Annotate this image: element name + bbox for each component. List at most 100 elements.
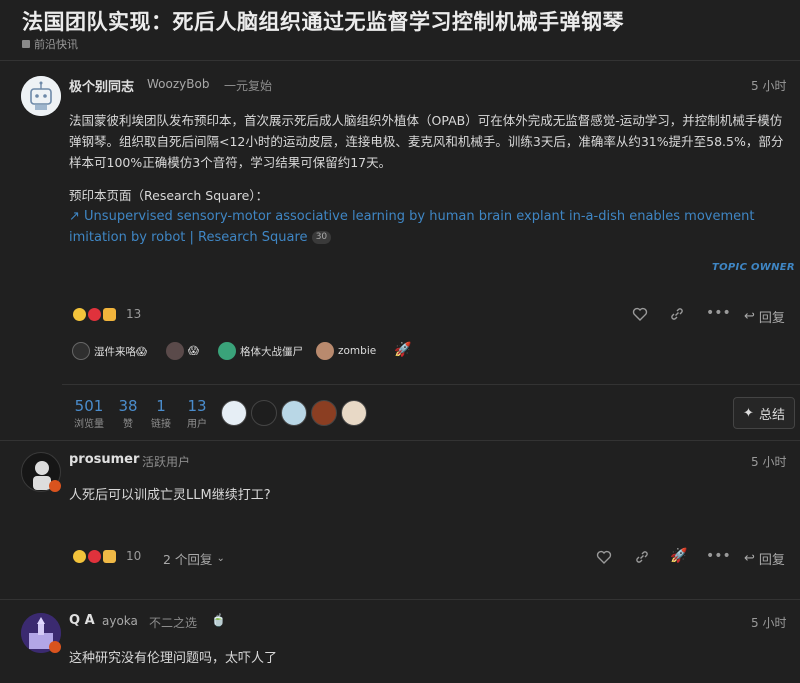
reaction-count: 13: [126, 307, 142, 321]
post-username[interactable]: prosumer: [69, 452, 139, 467]
link-click-count: 30: [311, 231, 332, 244]
summary-label: 总结: [758, 407, 785, 423]
boost-button[interactable]: 🚀: [670, 548, 687, 564]
linked-topic-label: 湿件来咯😱: [94, 345, 147, 358]
reply-arrow-icon: ↩: [744, 551, 755, 566]
reply-label: 回复: [758, 311, 785, 326]
post-divider: [0, 599, 800, 600]
post-body: 人死后可以训成亡灵LLM继续打工?: [69, 488, 271, 503]
rocket-icon: 🚀: [394, 342, 412, 358]
laugh-emoji-icon: [73, 307, 86, 321]
chevron-down-icon: ⌄: [216, 553, 225, 564]
category-label: 前沿快讯: [34, 38, 78, 51]
link-icon: [636, 551, 648, 563]
flair-flame-icon: [49, 641, 61, 653]
category-badge[interactable]: 前沿快讯: [22, 36, 78, 52]
heart-emoji-icon: [88, 549, 101, 563]
post-user-group[interactable]: 一元复始: [224, 77, 272, 94]
stat-views: 501 浏览量: [70, 397, 108, 430]
post-time[interactable]: 5 小时: [751, 453, 786, 470]
post-user-group[interactable]: 活跃用户: [142, 453, 190, 470]
cat-emoji-icon: [103, 549, 116, 563]
heart-icon: [596, 550, 612, 564]
reply-label: 回复: [758, 553, 785, 568]
reactions[interactable]: 13: [73, 307, 141, 321]
link-icon: [671, 308, 683, 320]
reactions[interactable]: 10: [73, 549, 141, 563]
like-button[interactable]: [596, 549, 612, 569]
reaction-count: 10: [126, 549, 142, 563]
linked-topic-chip[interactable]: 格体大战僵尸: [218, 342, 303, 360]
chip-avatar: [166, 342, 184, 360]
more-options-button[interactable]: •••: [706, 548, 731, 564]
linked-topic-chip[interactable]: 湿件来咯😱: [72, 342, 147, 360]
participant-avatar[interactable]: [281, 400, 307, 426]
post-body: 法国蒙彼利埃团队发布预印本，首次展示死后成人脑组织外植体（OPAB）可在体外完成…: [69, 113, 784, 170]
linked-topic-label: 😱: [188, 345, 199, 357]
replies-toggle-label: 2 个回复: [163, 552, 213, 567]
post-time[interactable]: 5 小时: [751, 614, 786, 631]
reply-arrow-icon: ↩: [744, 309, 755, 324]
stat-label: 浏览量: [74, 419, 104, 430]
sparkle-icon: ✦: [743, 405, 754, 421]
stat-users: 13 用户: [183, 397, 211, 430]
linked-topic-chip[interactable]: zombie: [316, 342, 376, 360]
replies-toggle[interactable]: 2 个回复 ⌄: [163, 549, 225, 568]
chip-avatar: [218, 342, 236, 360]
category-color-icon: [22, 40, 30, 48]
topic-owner-badge: TOPIC OWNER: [712, 262, 795, 273]
external-link-icon: ↗: [69, 209, 80, 224]
boost-button[interactable]: 🚀: [394, 342, 411, 358]
reply-button[interactable]: ↩ 回复: [744, 549, 785, 568]
post-time[interactable]: 5 小时: [751, 77, 786, 94]
copy-link-button[interactable]: [669, 306, 685, 326]
stat-label: 链接: [151, 419, 171, 430]
stat-value: 1: [156, 397, 166, 415]
stat-links: 1 链接: [148, 397, 174, 430]
summary-button[interactable]: ✦ 总结: [733, 397, 795, 429]
participant-avatar[interactable]: [251, 400, 277, 426]
header-divider: [0, 60, 800, 61]
preprint-label: 预印本页面（Research Square）：: [69, 188, 269, 203]
reply-button[interactable]: ↩ 回复: [744, 307, 785, 326]
stat-label: 用户: [187, 419, 207, 430]
rocket-icon: 🚀: [670, 548, 688, 564]
like-button[interactable]: [632, 306, 648, 326]
laugh-emoji-icon: [73, 549, 86, 563]
preprint-link-text: Unsupervised sensory-motor associative l…: [69, 209, 755, 245]
ellipsis-icon: •••: [706, 305, 731, 321]
post-divider: [0, 440, 800, 441]
avatar[interactable]: [21, 76, 61, 116]
linked-topic-chip[interactable]: 😱: [166, 342, 199, 360]
thumbs-up-emoji-icon: [103, 307, 116, 321]
participant-avatar[interactable]: [311, 400, 337, 426]
participant-avatar[interactable]: [221, 400, 247, 426]
post-body: 这种研究没有伦理问题吗，太吓人了: [69, 651, 278, 666]
post-username[interactable]: 极个别同志: [69, 76, 134, 95]
stat-likes: 38 赞: [116, 397, 140, 430]
user-status-icon: 🍵: [211, 613, 226, 627]
stat-value: 38: [118, 397, 138, 415]
post-user-handle[interactable]: WoozyBob: [147, 77, 209, 91]
avatar-robot-icon: [21, 76, 61, 116]
flair-flame-icon: [49, 480, 61, 492]
stat-value: 13: [187, 397, 207, 415]
topic-title[interactable]: 法国团队实现：死后人脑组织通过无监督学习控制机械手弹钢琴: [22, 6, 624, 36]
linked-topic-label: 格体大战僵尸: [240, 345, 303, 358]
heart-emoji-icon: [88, 307, 101, 321]
post-username[interactable]: Q A: [69, 613, 95, 628]
linked-topic-label: zombie: [338, 345, 377, 357]
ellipsis-icon: •••: [706, 548, 731, 564]
stat-value: 501: [74, 397, 104, 415]
more-options-button[interactable]: •••: [706, 305, 731, 321]
heart-icon: [632, 307, 648, 321]
copy-link-button[interactable]: [634, 549, 650, 569]
chip-avatar: [72, 342, 90, 360]
chip-avatar: [316, 342, 334, 360]
participant-avatar[interactable]: [341, 400, 367, 426]
post-user-handle[interactable]: ayoka: [102, 614, 138, 628]
stat-label: 赞: [123, 419, 133, 430]
preprint-link[interactable]: ↗ Unsupervised sensory-motor associative…: [69, 206, 769, 248]
stats-divider: [62, 384, 800, 385]
post-user-group[interactable]: 不二之选: [149, 614, 197, 631]
